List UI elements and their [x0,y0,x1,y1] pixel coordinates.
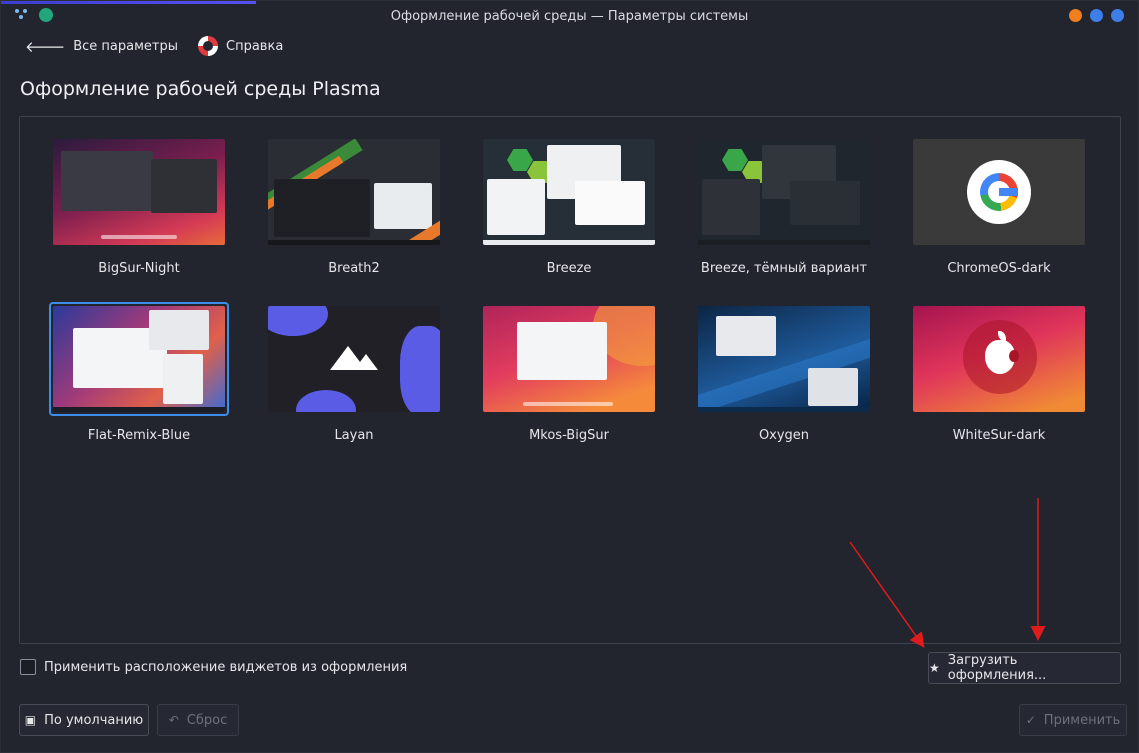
theme-tile-mkos-bigsur[interactable]: Mkos-BigSur [479,302,659,443]
theme-tile-whitesur-dark[interactable]: WhiteSur-dark [909,302,1089,443]
theme-tile-breeze-dark[interactable]: Breeze, тёмный вариант [694,135,874,276]
theme-grid: BigSur-Night Breath2 Breeze Breeze, тёмн… [19,116,1121,644]
toolbar: 🡐 Все параметры Справка [25,36,283,56]
reset-label: Сброс [186,712,228,728]
theme-label: Mkos-BigSur [529,428,609,443]
theme-label: Oxygen [758,428,810,443]
theme-label: Breeze [546,261,592,276]
theme-label: Breeze, тёмный вариант [700,261,868,276]
help-label: Справка [226,38,284,54]
mountain-logo-icon [330,346,378,370]
theme-preview [268,139,440,245]
defaults-button[interactable]: ▣ По умолчанию [19,704,149,736]
star-icon: ★ [929,661,940,675]
theme-preview [268,306,440,412]
apply-layout-label: Применить расположение виджетов из оформ… [44,659,408,675]
reset-button[interactable]: ↶ Сброс [157,704,239,736]
theme-preview [483,306,655,412]
maximize-button[interactable] [1090,9,1103,22]
close-button[interactable] [1111,9,1124,22]
keep-above-button[interactable] [39,8,53,22]
back-button[interactable]: 🡐 Все параметры [25,37,178,56]
minimize-button[interactable] [1069,9,1082,22]
get-new-themes-button[interactable]: ★ Загрузить оформления... [928,652,1121,684]
theme-tile-layan[interactable]: Layan [264,302,444,443]
defaults-label: По умолчанию [44,712,144,728]
theme-label: WhiteSur-dark [952,428,1046,443]
theme-preview [483,139,655,245]
theme-tile-breath2[interactable]: Breath2 [264,135,444,276]
theme-tile-bigsur-night[interactable]: BigSur-Night [49,135,229,276]
help-button[interactable]: Справка [198,36,283,56]
theme-preview [698,306,870,412]
apply-layout-checkbox[interactable] [20,659,36,675]
undo-icon: ↶ [168,713,179,727]
theme-preview [698,139,870,245]
theme-preview [53,139,225,245]
theme-label: Flat-Remix-Blue [87,428,191,443]
apply-layout-option[interactable]: Применить расположение виджетов из оформ… [20,659,407,675]
apple-logo-icon [985,331,1019,374]
theme-tile-chromeos-dark[interactable]: ChromeOS-dark [909,135,1089,276]
theme-label: BigSur-Night [98,261,180,276]
window-title: Оформление рабочей среды — Параметры сис… [390,8,749,24]
google-logo-icon [967,160,1031,224]
theme-preview [913,306,1085,412]
theme-label: Layan [334,428,374,443]
title-bar[interactable]: Оформление рабочей среды — Параметры сис… [1,1,1138,31]
lifebuoy-icon [198,36,219,56]
apply-label: Применить [1043,712,1121,728]
theme-label: ChromeOS-dark [947,261,1051,276]
theme-tile-breeze[interactable]: Breeze [479,135,659,276]
apply-button[interactable]: ✓ Применить [1019,704,1127,736]
get-new-label: Загрузить оформления... [947,653,1047,683]
theme-label: Breath2 [328,261,380,276]
system-settings-window: Оформление рабочей среды — Параметры сис… [0,0,1139,753]
theme-preview [913,139,1085,245]
page-title: Оформление рабочей среды Plasma [20,78,381,100]
back-label: Все параметры [73,38,179,54]
app-icon[interactable] [15,8,29,22]
theme-preview [53,306,225,412]
checkmark-icon: ✓ [1025,713,1036,727]
document-revert-icon: ▣ [24,713,37,727]
arrow-left-icon: 🡐 [25,37,66,56]
theme-tile-flat-remix-blue[interactable]: Flat-Remix-Blue [49,302,229,443]
theme-tile-oxygen[interactable]: Oxygen [694,302,874,443]
